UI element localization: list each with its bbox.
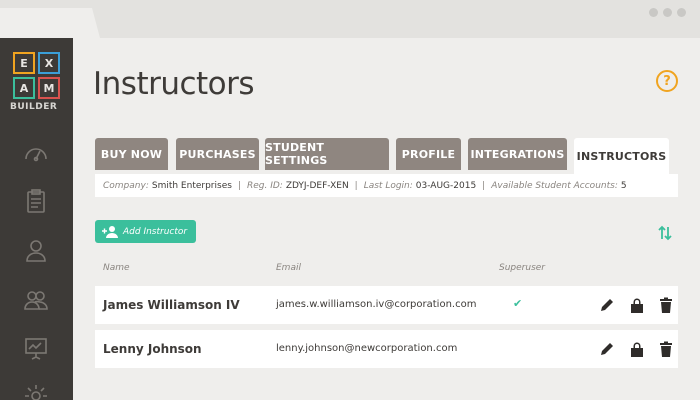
column-header-email: Email bbox=[276, 263, 301, 273]
edit-icon[interactable] bbox=[599, 297, 615, 313]
company-value: Smith Enterprises bbox=[151, 180, 232, 191]
available-accounts-label: Available Student Accounts: bbox=[491, 180, 618, 191]
column-header-superuser: Superuser bbox=[499, 263, 545, 273]
sidebar: E X A M BUILDER bbox=[0, 38, 73, 400]
logo-letter: M bbox=[38, 77, 60, 99]
window-dot[interactable] bbox=[649, 8, 658, 17]
instructor-name: James Williamson IV bbox=[103, 298, 240, 312]
instructor-email: lenny.johnson@newcorporation.com bbox=[276, 343, 458, 354]
window-dot[interactable] bbox=[677, 8, 686, 17]
tab-student-settings[interactable]: STUDENT SETTINGS bbox=[265, 138, 389, 170]
browser-tab[interactable] bbox=[0, 8, 100, 38]
tab-integrations[interactable]: INTEGRATIONS bbox=[468, 138, 567, 170]
column-header-name: Name bbox=[103, 263, 130, 273]
separator: | bbox=[482, 180, 486, 191]
settings-icon[interactable] bbox=[22, 382, 50, 400]
reg-id-label: Reg. ID: bbox=[246, 180, 283, 191]
users-icon[interactable] bbox=[22, 286, 50, 314]
separator: | bbox=[354, 180, 358, 191]
superuser-check-icon: ✔ bbox=[513, 297, 523, 310]
available-accounts-value: 5 bbox=[620, 180, 627, 191]
last-login-value: 03-AUG-2015 bbox=[415, 180, 477, 191]
account-info-bar: Company: Smith Enterprises | Reg. ID: ZD… bbox=[95, 174, 678, 197]
edit-icon[interactable] bbox=[599, 341, 615, 357]
lock-icon[interactable] bbox=[629, 297, 645, 313]
delete-icon[interactable] bbox=[658, 341, 674, 357]
logo-word: BUILDER bbox=[10, 102, 58, 112]
tab-buy-now[interactable]: BUY NOW bbox=[95, 138, 168, 170]
logo-letter: E bbox=[13, 52, 35, 74]
last-login-label: Last Login: bbox=[363, 180, 413, 191]
help-icon[interactable]: ? bbox=[656, 70, 678, 92]
tab-instructors[interactable]: INSTRUCTORS bbox=[574, 138, 669, 174]
company-label: Company: bbox=[103, 180, 149, 191]
table-row: Lenny Johnson lenny.johnson@newcorporati… bbox=[95, 330, 678, 368]
page-title: Instructors bbox=[93, 66, 255, 102]
tab-profile[interactable]: PROFILE bbox=[396, 138, 461, 170]
separator: | bbox=[237, 180, 241, 191]
window-dot[interactable] bbox=[663, 8, 672, 17]
user-icon[interactable] bbox=[22, 236, 50, 264]
logo-letter: A bbox=[13, 77, 35, 99]
presentation-icon[interactable] bbox=[22, 334, 50, 362]
browser-chrome bbox=[0, 0, 700, 38]
instructor-name: Lenny Johnson bbox=[103, 342, 202, 356]
reg-id-value: ZDYJ-DEF-XEN bbox=[285, 180, 349, 191]
lock-icon[interactable] bbox=[629, 341, 645, 357]
add-instructor-button[interactable]: Add Instructor bbox=[95, 220, 196, 243]
clipboard-icon[interactable] bbox=[22, 187, 50, 215]
table-row: James Williamson IV james.w.williamson.i… bbox=[95, 286, 678, 324]
delete-icon[interactable] bbox=[658, 297, 674, 313]
sort-icon[interactable] bbox=[657, 225, 673, 241]
tab-purchases[interactable]: PURCHASES bbox=[176, 138, 259, 170]
add-user-icon bbox=[102, 226, 118, 238]
add-instructor-label: Add Instructor bbox=[123, 226, 188, 237]
exam-builder-logo[interactable]: E X A M BUILDER bbox=[10, 52, 62, 112]
logo-letter: X bbox=[38, 52, 60, 74]
window-controls bbox=[649, 8, 686, 17]
instructor-email: james.w.williamson.iv@corporation.com bbox=[276, 299, 477, 310]
dashboard-icon[interactable] bbox=[22, 140, 50, 168]
